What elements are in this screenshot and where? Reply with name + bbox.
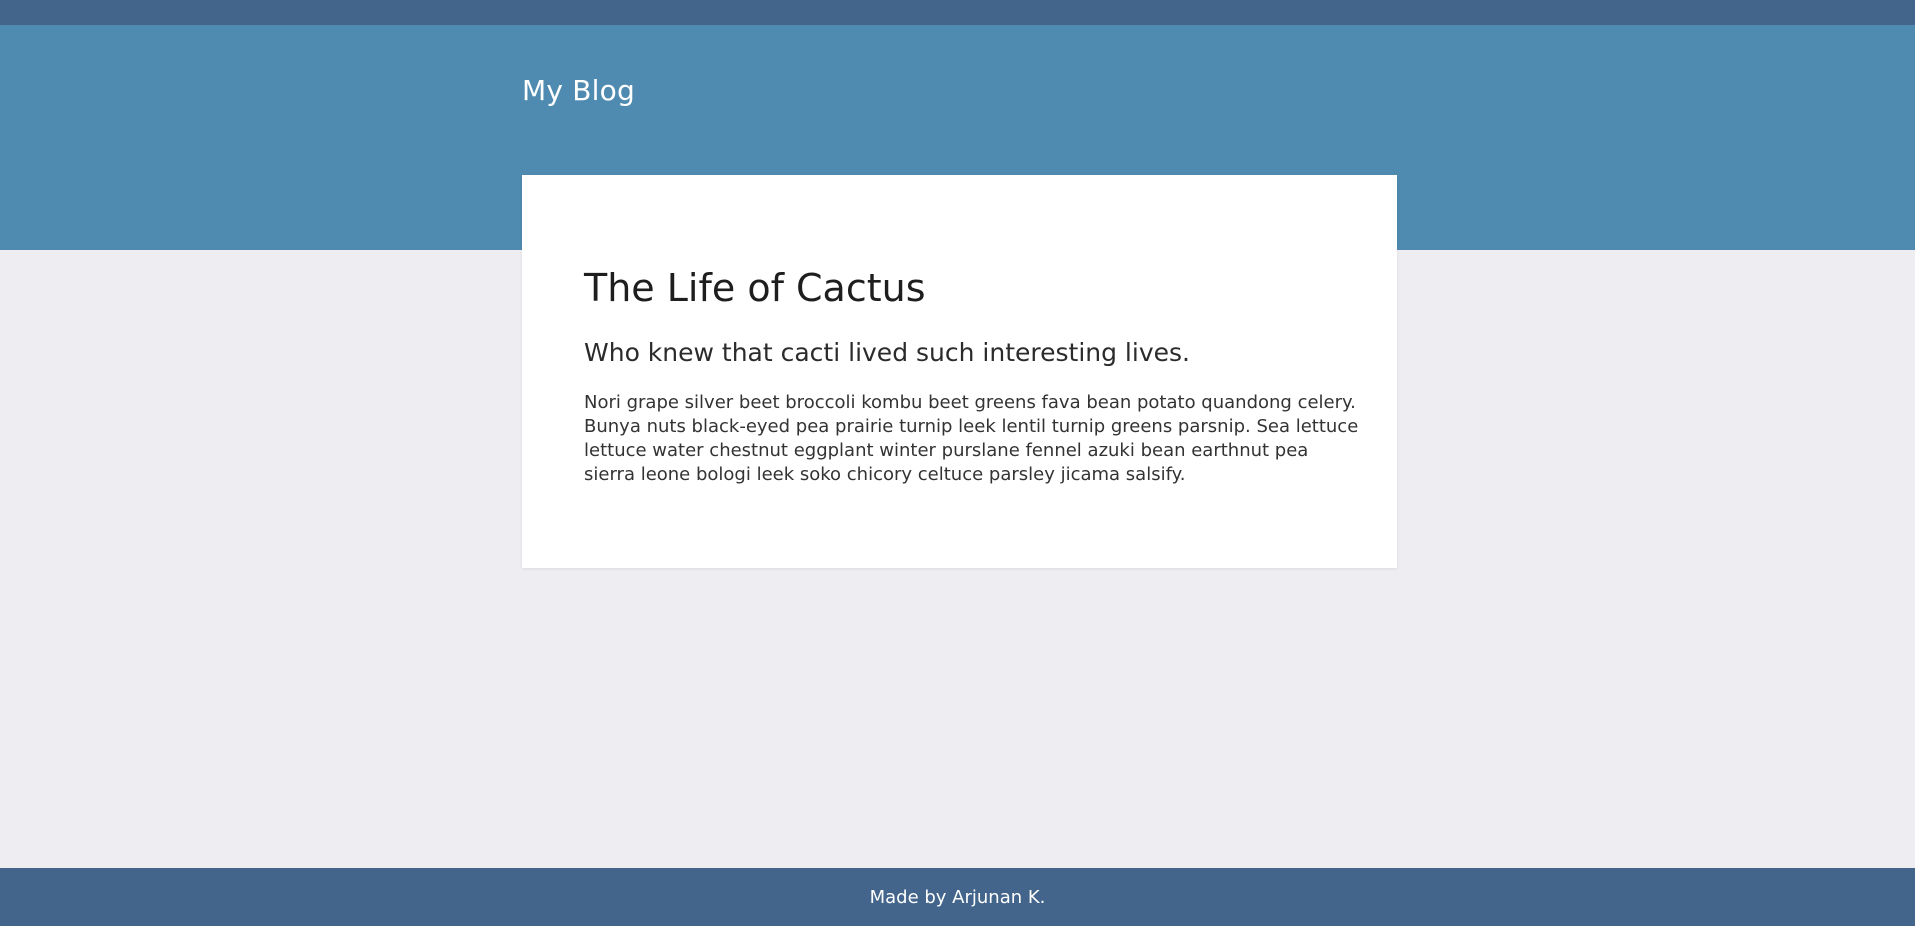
page-footer: Made by Arjunan K. <box>0 868 1915 926</box>
footer-credit: Made by Arjunan K. <box>869 887 1046 908</box>
site-title[interactable]: My Blog <box>522 74 635 108</box>
post-subtitle: Who knew that cacti lived such interesti… <box>584 338 1190 367</box>
post-body: Nori grape silver beet broccoli kombu be… <box>584 392 1359 485</box>
post-card: The Life of Cactus Who knew that cacti l… <box>522 175 1397 568</box>
top-bar <box>0 0 1915 25</box>
post-title: The Life of Cactus <box>584 266 926 310</box>
